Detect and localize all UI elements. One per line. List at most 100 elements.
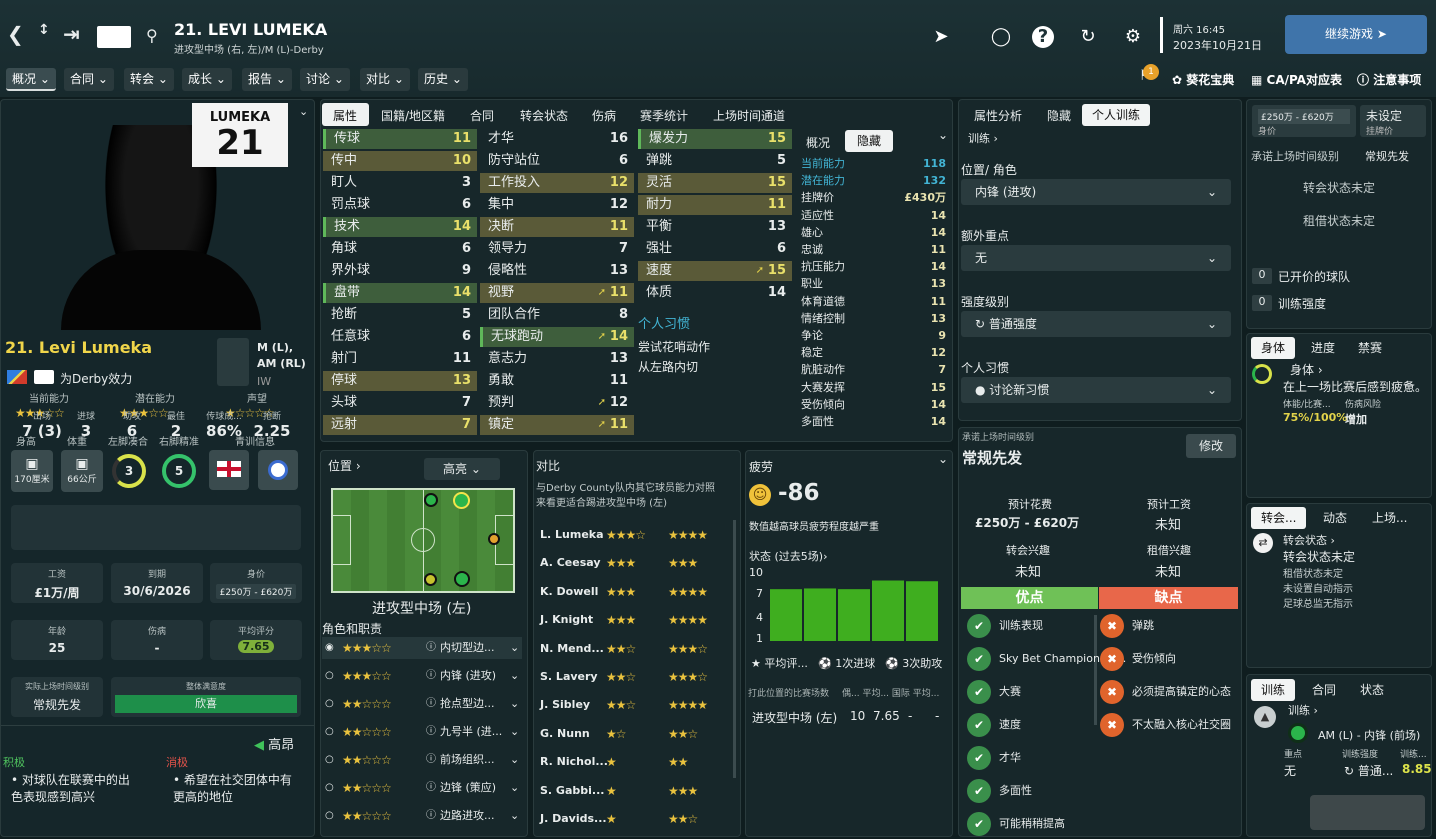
- forward-icon[interactable]: ⇥: [63, 22, 80, 46]
- compare-potential-stars: ★★☆: [668, 726, 698, 741]
- habit-select[interactable]: ● 讨论新习惯 ⌄: [961, 377, 1231, 403]
- menu-reports[interactable]: 报告 ⌄: [242, 68, 292, 91]
- capa-link[interactable]: ▦ CA/PA对应表: [1251, 71, 1342, 88]
- training-rating-value: 8.85: [1402, 762, 1432, 776]
- menu-development[interactable]: 成长 ⌄: [182, 68, 232, 91]
- body-link[interactable]: 身体 ›: [1290, 361, 1323, 378]
- attr-tab[interactable]: 赛季统计: [640, 106, 688, 126]
- guide-link[interactable]: ✿ 葵花宝典: [1172, 71, 1234, 88]
- attr-tab[interactable]: 上场时间通道: [713, 106, 785, 126]
- stat-item: 助攻 6: [108, 409, 156, 440]
- menu-compare[interactable]: 对比 ⌄: [360, 68, 410, 91]
- rocket-icon[interactable]: ➤: [928, 24, 954, 50]
- attribute-name: 无球跑动: [491, 329, 544, 344]
- stat-item: 传球成... 86%: [200, 409, 248, 440]
- menu-transfer[interactable]: 转会 ⌄: [124, 68, 174, 91]
- tab-individual-training[interactable]: 个人训练: [1082, 104, 1151, 126]
- compare-current-stars: ★★☆: [606, 641, 636, 656]
- hidden-attr-row: 适应性 14: [801, 207, 946, 224]
- tab-dynamics[interactable]: 动态: [1313, 507, 1357, 529]
- attribute-value: 13: [767, 219, 786, 234]
- search-icon[interactable]: ⚲: [146, 26, 158, 45]
- attr-tab[interactable]: 属性: [333, 106, 357, 126]
- role-row[interactable]: ○ ★★☆☆☆ ⓘ 边锋 (策应) ⌄: [322, 777, 522, 799]
- role-row[interactable]: ○ ★★☆☆☆ ⓘ 抢点型边... ⌄: [322, 693, 522, 715]
- tab-hidden-attrs[interactable]: 隐藏: [1037, 105, 1081, 127]
- tab-progress[interactable]: 进度: [1301, 337, 1345, 359]
- help-icon[interactable]: ?: [1032, 26, 1054, 48]
- form-title[interactable]: 状态 (过去5场)›: [749, 548, 827, 564]
- tab-transfer[interactable]: 转会...: [1251, 507, 1307, 529]
- player-shoulders: [61, 250, 261, 330]
- position-role-select[interactable]: 内锋 (进攻) ⌄: [961, 179, 1231, 205]
- training-link[interactable]: 训练 ›: [1288, 702, 1318, 718]
- up-down-icon[interactable]: ↕: [38, 22, 50, 38]
- training-link[interactable]: 训练 ›: [968, 130, 998, 146]
- smiley-icon: ☺: [749, 484, 771, 506]
- attribute-value: 15: [767, 263, 786, 278]
- menu-contract[interactable]: 合同 ⌄: [64, 68, 114, 91]
- chevron-down-icon[interactable]: ⌄: [938, 128, 948, 142]
- goals-count: ⚽ 1次进球: [818, 657, 876, 670]
- side-value-label: 身价: [1258, 127, 1277, 137]
- globe-icon[interactable]: ◯: [988, 24, 1014, 50]
- extra-focus-select[interactable]: 无 ⌄: [961, 245, 1231, 271]
- strength-item: ✔ Sky Bet Championshi...: [967, 644, 1126, 674]
- compare-row: K. Dowell ★★★ ★★★★: [540, 582, 730, 602]
- highlight-dropdown[interactable]: 高亮 ⌄: [424, 458, 500, 480]
- transfer-status-link[interactable]: 转会状态 ›: [1283, 532, 1335, 548]
- tab-status[interactable]: 状态: [1350, 679, 1394, 701]
- attribute-row: 速度 ➚ 15: [638, 261, 792, 281]
- tab-playtime[interactable]: 上场...: [1362, 507, 1417, 529]
- role-row[interactable]: ◉ ★★★☆☆ ⓘ 内切型边... ⌄: [322, 637, 522, 659]
- notes-link[interactable]: ⓘ 注意事项: [1357, 71, 1421, 88]
- assists-count: ⚽ 3次助攻: [885, 657, 943, 670]
- continue-button[interactable]: 继续游戏 ➤: [1285, 15, 1427, 54]
- weakness-icon: ✖: [1100, 713, 1124, 737]
- refresh-icon[interactable]: ↻: [1075, 24, 1101, 50]
- attribute-name: 意志力: [488, 351, 528, 366]
- position-role-label: 位置/ 角色: [961, 163, 1017, 177]
- chevron-down-icon[interactable]: ⌄: [299, 105, 308, 118]
- role-row[interactable]: ○ ★★☆☆☆ ⓘ 边路进攻... ⌄: [322, 805, 522, 827]
- tab-attr-analysis[interactable]: 属性分析: [964, 105, 1032, 127]
- menu-discuss[interactable]: 讨论 ⌄: [300, 68, 350, 91]
- chevron-down-icon[interactable]: ⌄: [938, 452, 948, 466]
- tab-body[interactable]: 身体: [1251, 337, 1296, 359]
- compare-potential-stars: ★★★☆: [668, 670, 708, 684]
- tab-contract[interactable]: 合同: [1302, 679, 1346, 701]
- intensity-select[interactable]: ↻ 普通强度 ⌄: [961, 311, 1231, 337]
- chevron-down-icon: ⌄: [510, 641, 520, 654]
- attribute-row: 镇定 ➚ 11: [480, 415, 634, 435]
- weakness-label: 受伤倾向: [1132, 652, 1176, 665]
- weakness-icon: ✖: [1100, 614, 1124, 638]
- attribute-name: 才华: [488, 131, 515, 146]
- position-dot: [488, 533, 500, 545]
- position-title[interactable]: 位置 ›: [328, 457, 361, 474]
- attr-tab[interactable]: 国籍/地区籍: [381, 106, 445, 126]
- risk-value: 增加: [1345, 413, 1367, 426]
- menu-overview[interactable]: 概况 ⌄: [6, 68, 56, 91]
- attr-tab[interactable]: 转会状态: [520, 106, 568, 126]
- tab-suspension[interactable]: 禁赛: [1348, 337, 1392, 359]
- menu-history[interactable]: 历史 ⌄: [418, 68, 468, 91]
- gear-icon[interactable]: ⚙: [1120, 24, 1146, 50]
- edit-button[interactable]: 修改: [1186, 434, 1236, 458]
- role-row[interactable]: ○ ★★★☆☆ ⓘ 内锋 (进攻) ⌄: [322, 665, 522, 687]
- attribute-row: 集中 12: [480, 195, 634, 215]
- position-role-value: 内锋 (进攻): [975, 185, 1037, 199]
- attribute-name: 弹跳: [646, 153, 673, 168]
- negative-text: 希望在社交团体中有更高的地位: [173, 773, 292, 804]
- role-row[interactable]: ○ ★★☆☆☆ ⓘ 前场组织... ⌄: [322, 749, 522, 771]
- attr-tab[interactable]: 合同: [470, 106, 494, 126]
- role-row[interactable]: ○ ★★☆☆☆ ⓘ 九号半 (进... ⌄: [322, 721, 522, 743]
- radio-icon: ○: [325, 726, 334, 737]
- form-bar: [906, 581, 938, 641]
- back-icon[interactable]: ❮: [7, 22, 24, 46]
- scrollbar[interactable]: [733, 520, 736, 778]
- tab-training[interactable]: 训练: [1251, 679, 1296, 701]
- tab-overview[interactable]: 概况: [806, 134, 830, 151]
- attr-tab[interactable]: 伤病: [592, 106, 616, 126]
- tab-hidden[interactable]: 隐藏: [845, 130, 893, 152]
- stat-label: 传球成...: [206, 412, 242, 422]
